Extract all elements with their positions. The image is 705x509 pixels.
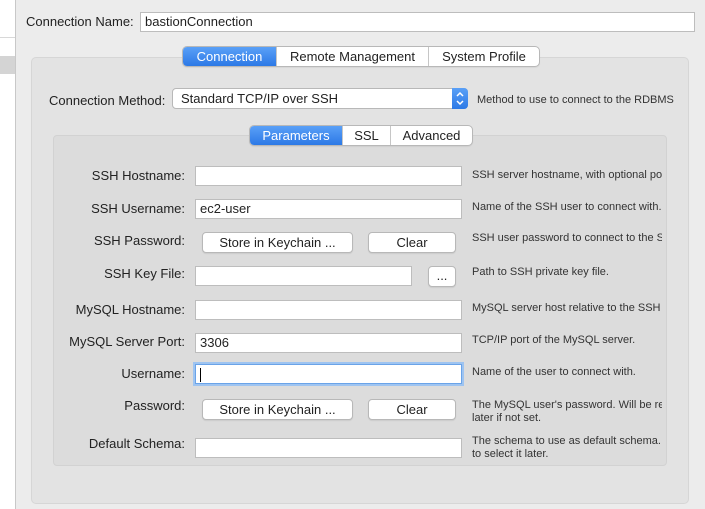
connection-method-label: Connection Method: — [49, 93, 166, 108]
ssh-key-file-label: SSH Key File: — [104, 266, 185, 281]
mysql-hostname-description: MySQL server host relative to the SSH s — [472, 302, 662, 314]
mysql-hostname-input[interactable] — [195, 300, 462, 320]
connection-method-description: Method to use to connect to the RDBMS — [477, 94, 674, 106]
password-label: Password: — [124, 398, 185, 413]
ssh-hostname-label: SSH Hostname: — [91, 168, 185, 183]
sub-tab-bar: Parameters SSL Advanced — [249, 125, 473, 146]
ssh-password-label: SSH Password: — [93, 233, 185, 248]
list-divider — [0, 37, 15, 38]
ssh-key-file-description: Path to SSH private key file. — [472, 266, 609, 278]
text-caret — [200, 367, 201, 382]
username-description: Name of the user to connect with. — [472, 366, 636, 378]
ssh-key-file-browse-button[interactable]: ... — [428, 266, 456, 287]
mysql-port-input[interactable]: 3306 — [195, 333, 462, 353]
password-description-line2: later if not set. — [472, 412, 542, 424]
tab-system-profile[interactable]: System Profile — [429, 47, 539, 66]
default-schema-description-line2: to select it later. — [472, 448, 549, 460]
connection-name-label: Connection Name: — [26, 14, 134, 29]
tab-advanced[interactable]: Advanced — [391, 126, 472, 145]
ssh-password-store-button[interactable]: Store in Keychain ... — [202, 232, 353, 253]
ssh-password-clear-button[interactable]: Clear — [368, 232, 456, 253]
default-schema-label: Default Schema: — [88, 436, 185, 451]
ssh-hostname-description: SSH server hostname, with optional po — [472, 169, 662, 181]
password-clear-button[interactable]: Clear — [368, 399, 456, 420]
selected-list-row[interactable] — [0, 56, 15, 74]
username-input[interactable] — [195, 364, 462, 384]
tab-ssl[interactable]: SSL — [343, 126, 391, 145]
connection-method-value: Standard TCP/IP over SSH — [181, 91, 339, 106]
up-down-chevron-icon — [452, 88, 468, 109]
username-label: Username: — [121, 366, 185, 381]
mysql-hostname-label: MySQL Hostname: — [75, 302, 185, 317]
password-store-button[interactable]: Store in Keychain ... — [202, 399, 353, 420]
mysql-port-label: MySQL Server Port: — [69, 334, 185, 349]
mysql-port-description: TCP/IP port of the MySQL server. — [472, 334, 636, 346]
top-tab-bar: Connection Remote Management System Prof… — [182, 46, 540, 67]
default-schema-input[interactable] — [195, 438, 462, 458]
ssh-username-input[interactable]: ec2-user — [195, 199, 462, 219]
tab-parameters[interactable]: Parameters — [250, 126, 343, 145]
tab-connection[interactable]: Connection — [183, 47, 277, 66]
ssh-username-description: Name of the SSH user to connect with. — [472, 201, 662, 213]
connection-method-select[interactable]: Standard TCP/IP over SSH — [172, 88, 468, 109]
tab-remote-management[interactable]: Remote Management — [277, 47, 429, 66]
ssh-username-label: SSH Username: — [91, 201, 185, 216]
ssh-key-file-input[interactable] — [195, 266, 412, 286]
ssh-password-description: SSH user password to connect to the S — [472, 232, 662, 244]
connection-name-input[interactable]: bastionConnection — [140, 12, 695, 32]
ssh-hostname-input[interactable] — [195, 166, 462, 186]
connection-list-edge[interactable] — [0, 0, 16, 509]
